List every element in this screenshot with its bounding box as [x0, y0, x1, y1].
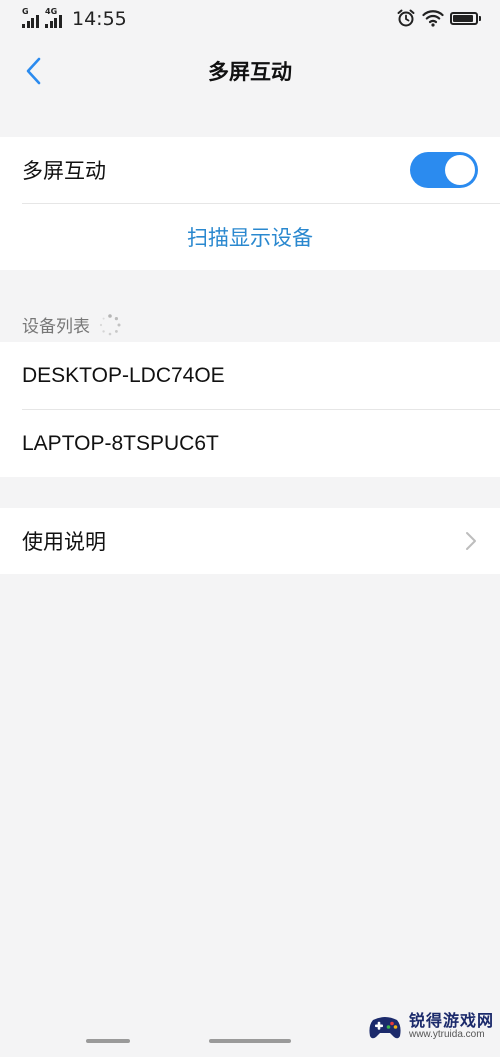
- status-right: [396, 8, 481, 28]
- toggle-knob: [445, 155, 475, 185]
- signal-icon: G: [22, 7, 42, 29]
- page-title: 多屏互动: [208, 60, 292, 84]
- device-list-header: 设备列表: [22, 312, 122, 337]
- multiscreen-toggle-label: 多屏互动: [22, 159, 106, 183]
- loading-spinner-icon: [99, 313, 121, 335]
- battery-fill: [453, 14, 473, 22]
- device-list-card: DESKTOP-LDC74OE LAPTOP-8TSPUC6T: [0, 342, 500, 477]
- gamepad-logo-icon: [369, 1017, 401, 1039]
- help-card: 使用说明: [0, 508, 500, 574]
- watermark-title: 锐得游戏网: [408, 1011, 494, 1031]
- signal-4g-icon: 4G: [45, 7, 65, 29]
- multiscreen-settings-card: 多屏互动 扫描显示设备: [0, 137, 500, 270]
- alarm-icon: [397, 9, 415, 27]
- device-row[interactable]: DESKTOP-LDC74OE: [0, 342, 500, 409]
- scan-devices-button[interactable]: 扫描显示设备: [0, 222, 500, 252]
- chevron-right-icon: [466, 532, 476, 550]
- multiscreen-toggle-row: 多屏互动: [0, 137, 500, 203]
- device-name: LAPTOP-8TSPUC6T: [22, 431, 219, 455]
- watermark: 锐得游戏网 www.ytruida.com: [367, 1012, 494, 1042]
- device-list-title: 设备列表: [22, 317, 90, 337]
- multiscreen-toggle[interactable]: [410, 152, 478, 188]
- nav-bar: 多屏互动: [0, 40, 500, 102]
- status-left: G 4G 14:55: [22, 7, 127, 30]
- status-bar: G 4G 14:55: [0, 0, 500, 40]
- watermark-url: www.ytruida.com: [408, 1029, 485, 1041]
- device-name: DESKTOP-LDC74OE: [22, 363, 225, 387]
- help-label: 使用说明: [22, 530, 106, 554]
- nav-gesture-bar-home[interactable]: [209, 1039, 291, 1043]
- battery-icon: [450, 11, 481, 25]
- status-time: 14:55: [72, 8, 127, 30]
- watermark-text: 锐得游戏网 www.ytruida.com: [409, 1013, 494, 1040]
- device-row[interactable]: LAPTOP-8TSPUC6T: [0, 410, 500, 477]
- help-row[interactable]: 使用说明: [0, 508, 500, 574]
- scan-row: 扫描显示设备: [0, 204, 500, 270]
- nav-gesture-bar-left[interactable]: [86, 1039, 130, 1043]
- wifi-icon: [422, 10, 444, 27]
